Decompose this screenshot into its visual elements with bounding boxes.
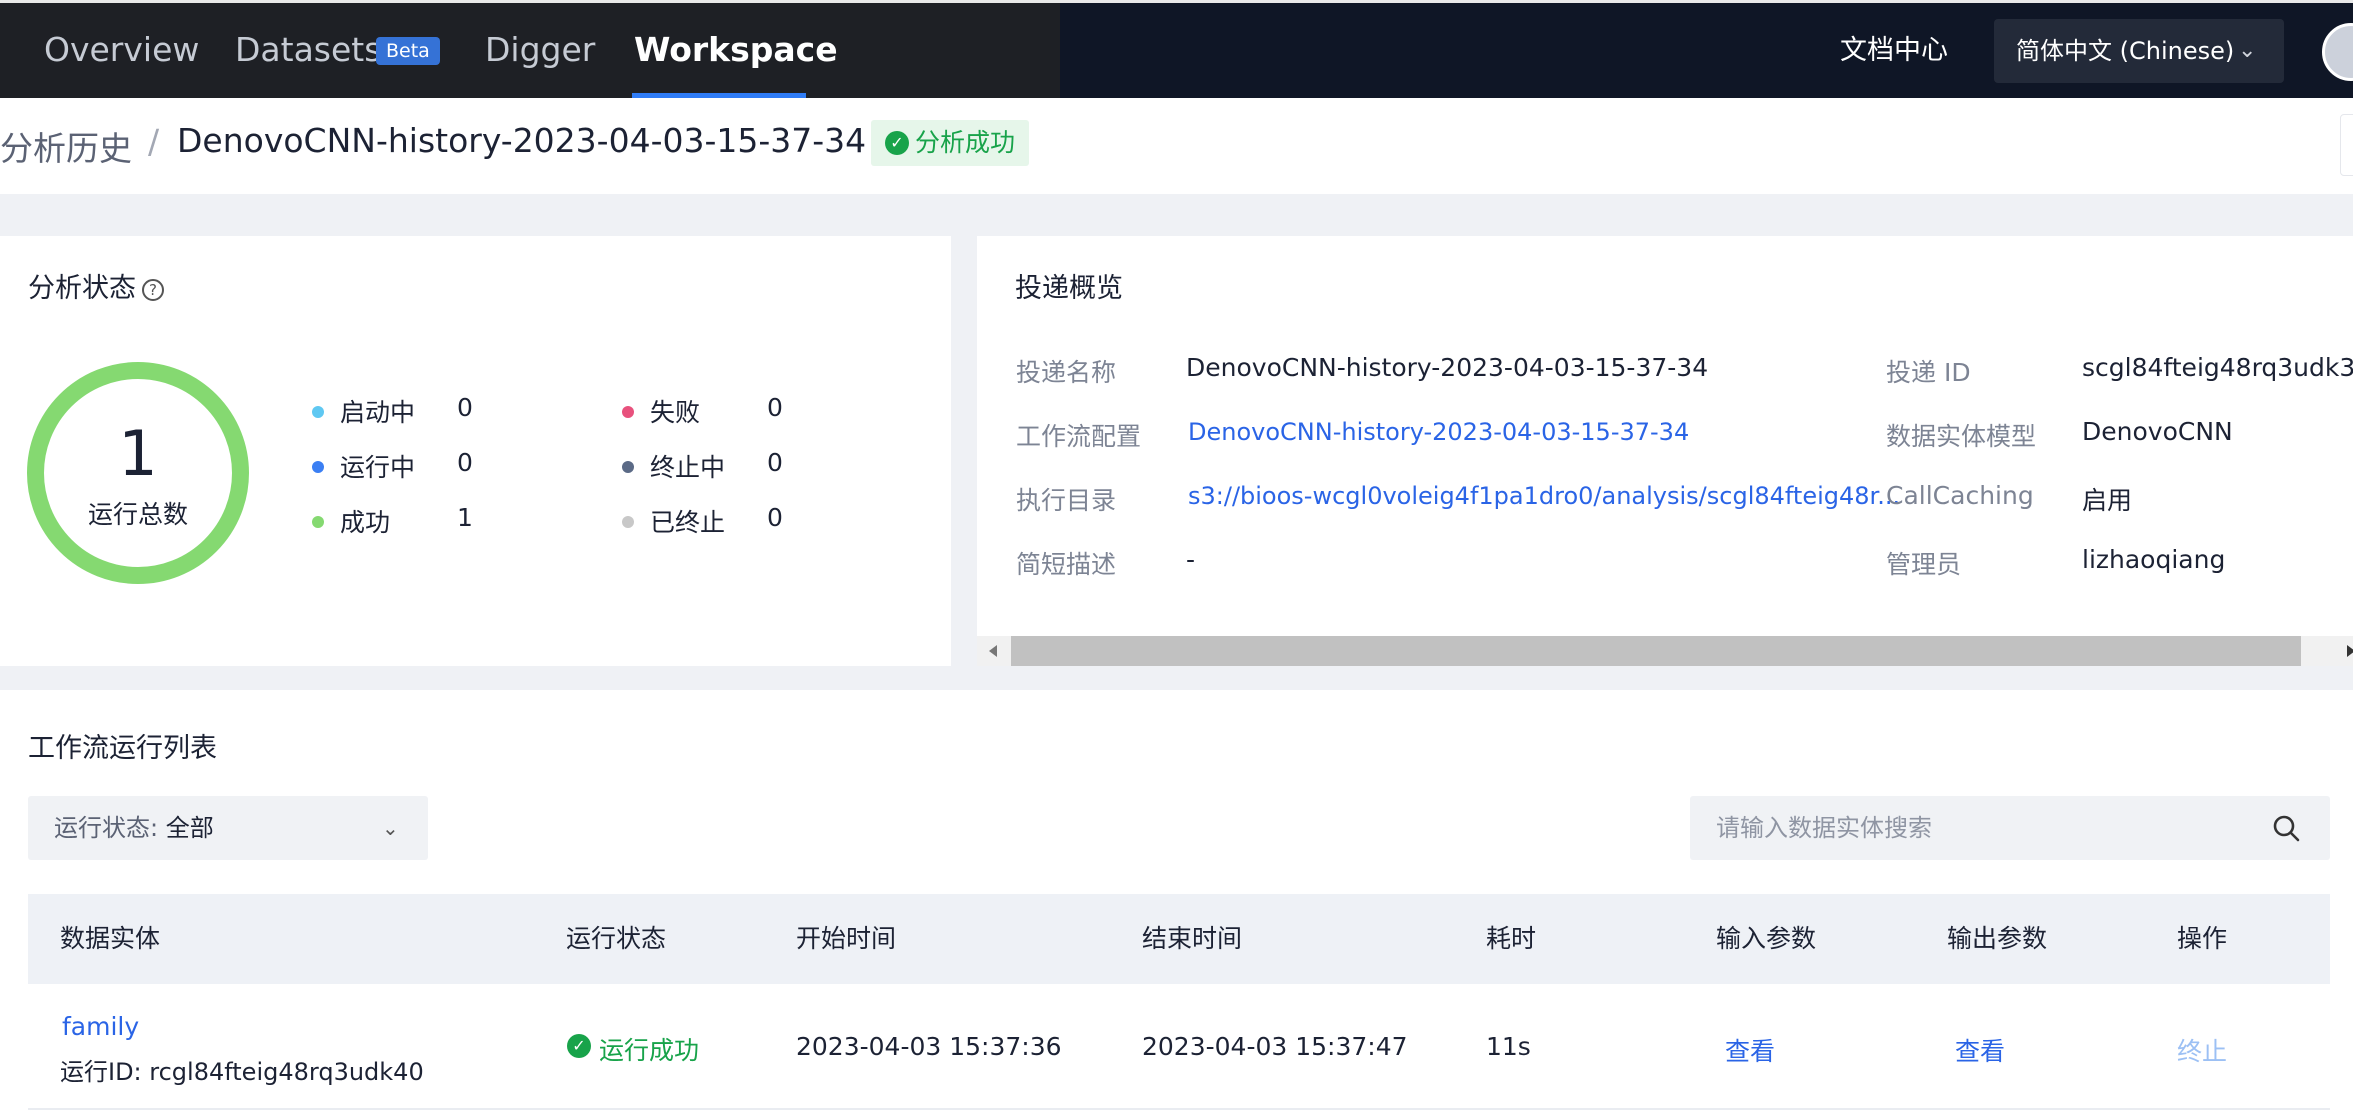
admin-value: lizhaoqiang	[2082, 545, 2226, 574]
submission-overview-card: 投递概览	[977, 236, 2353, 666]
chevron-down-icon: ⌄	[382, 816, 399, 840]
table-row: family 运行ID: rcgl84fteig48rq3udk40 ✓ 运行成…	[28, 984, 2330, 1110]
status-dot	[622, 406, 634, 418]
breadcrumb-separator: /	[148, 122, 160, 161]
end-time: 2023-04-03 15:37:47	[1142, 1032, 1408, 1061]
help-icon[interactable]: ?	[142, 278, 164, 301]
view-input-button[interactable]: 查看	[1725, 1032, 1775, 1068]
data-entity-model: DenovoCNN	[2082, 417, 2233, 446]
toolbar-button-partial[interactable]	[2340, 114, 2353, 176]
column-header: 输入参数	[1716, 924, 1817, 953]
analysis-status-title-text: 分析状态	[28, 273, 136, 304]
field-label: 投递 ID	[1886, 358, 1971, 387]
legend-label: 终止中	[650, 453, 726, 482]
search-icon[interactable]	[2272, 814, 2300, 842]
nav-workspace[interactable]: Workspace	[634, 3, 838, 98]
nav-tabs: Overview Datasets Beta Digger Workspace	[0, 3, 1060, 98]
status-dot	[622, 461, 634, 473]
legend-label: 已终止	[650, 508, 726, 537]
callcaching-value: 启用	[2082, 486, 2133, 515]
column-header: 耗时	[1486, 924, 1537, 953]
overview-title: 投递概览	[1015, 273, 1123, 304]
legend-label: 运行中	[340, 453, 416, 482]
submission-name: DenovoCNN-history-2023-04-03-15-37-34	[1186, 353, 1709, 382]
breadcrumb: 分析历史 / DenovoCNN-history-2023-04-03-15-3…	[0, 98, 2353, 194]
field-label: 数据实体模型	[1886, 422, 2037, 451]
nav-digger[interactable]: Digger	[485, 3, 595, 98]
breadcrumb-parent[interactable]: 分析历史	[0, 122, 132, 170]
horizontal-scrollbar[interactable]	[977, 636, 2353, 666]
page-title: DenovoCNN-history-2023-04-03-15-37-34	[177, 121, 867, 160]
duration: 11s	[1486, 1032, 1531, 1061]
submission-id: scgl84fteig48rq3udk3	[2082, 353, 2353, 382]
nav-overview[interactable]: Overview	[44, 3, 199, 98]
legend-label: 失败	[650, 398, 701, 427]
beta-badge: Beta	[376, 37, 440, 65]
legend-value: 1	[457, 503, 473, 532]
scroll-left-icon[interactable]	[989, 645, 997, 657]
status-dot	[312, 406, 324, 418]
legend-value: 0	[767, 393, 783, 422]
run-status: ✓ 运行成功	[567, 1031, 699, 1067]
status-dot	[622, 516, 634, 528]
status-badge: ✓ 分析成功	[871, 120, 1030, 166]
table-header: 数据实体 运行状态 开始时间 结束时间 耗时 输入参数 输出参数 操作	[28, 894, 2330, 984]
view-output-button[interactable]: 查看	[1955, 1032, 2005, 1068]
field-label: 管理员	[1886, 550, 1962, 579]
terminate-button[interactable]: 终止	[2177, 1032, 2227, 1068]
short-description: -	[1186, 545, 1196, 574]
legend-value: 0	[457, 448, 473, 477]
top-navbar: Overview Datasets Beta Digger Workspace …	[0, 0, 2353, 98]
filter-value: 全部	[165, 814, 214, 842]
run-status-filter[interactable]: 运行状态: 全部 ⌄	[28, 796, 428, 860]
exec-dir-link[interactable]: s3://bioos-wcgl0voleig4f1pa1dro0/analysi…	[1188, 482, 1900, 510]
status-badge-label: 分析成功	[915, 128, 1016, 157]
check-circle-icon: ✓	[567, 1034, 591, 1058]
status-dot	[312, 516, 324, 528]
column-header: 开始时间	[796, 924, 897, 953]
filter-label: 运行状态:	[54, 814, 159, 842]
language-label: 简体中文 (Chinese)	[2016, 37, 2235, 65]
workflow-config-link[interactable]: DenovoCNN-history-2023-04-03-15-37-34	[1188, 418, 1689, 446]
field-label: 投递名称	[1016, 358, 1117, 387]
status-dot	[312, 461, 324, 473]
column-header: 操作	[2177, 924, 2228, 953]
search-input[interactable]	[1716, 796, 2236, 860]
start-time: 2023-04-03 15:37:36	[796, 1032, 1062, 1061]
column-header: 数据实体	[60, 924, 161, 953]
language-select[interactable]: 简体中文 (Chinese) ⌄	[1994, 19, 2284, 83]
column-header: 结束时间	[1142, 924, 1243, 953]
legend-value: 0	[767, 503, 783, 532]
column-header: 输出参数	[1947, 924, 2048, 953]
run-status-label: 运行成功	[599, 1036, 700, 1065]
docs-center-link[interactable]: 文档中心	[1840, 3, 1948, 98]
analysis-status-title: 分析状态?	[28, 266, 164, 305]
check-circle-icon: ✓	[885, 131, 909, 155]
runs-list-title: 工作流运行列表	[28, 733, 217, 764]
field-label: 执行目录	[1016, 486, 1117, 515]
chevron-down-icon: ⌄	[2238, 38, 2257, 63]
column-header: 运行状态	[566, 924, 667, 953]
legend-label: 启动中	[340, 398, 416, 427]
field-label: CallCaching	[1886, 481, 2034, 510]
total-runs-label: 运行总数	[87, 500, 188, 529]
field-label: 工作流配置	[1016, 422, 1142, 451]
entity-search	[1690, 796, 2330, 860]
field-label: 简短描述	[1016, 550, 1117, 579]
total-runs-donut: 1 运行总数	[27, 362, 249, 584]
legend-label: 成功	[340, 508, 391, 537]
avatar[interactable]	[2322, 23, 2353, 81]
legend-value: 0	[767, 448, 783, 477]
scroll-right-icon[interactable]	[2347, 645, 2353, 657]
nav-datasets[interactable]: Datasets	[235, 3, 381, 98]
total-runs-count: 1	[118, 417, 158, 490]
scrollbar-thumb[interactable]	[1011, 636, 2301, 666]
entity-link[interactable]: family	[62, 1012, 139, 1041]
legend-value: 0	[457, 393, 473, 422]
run-id: 运行ID: rcgl84fteig48rq3udk40	[60, 1058, 424, 1086]
